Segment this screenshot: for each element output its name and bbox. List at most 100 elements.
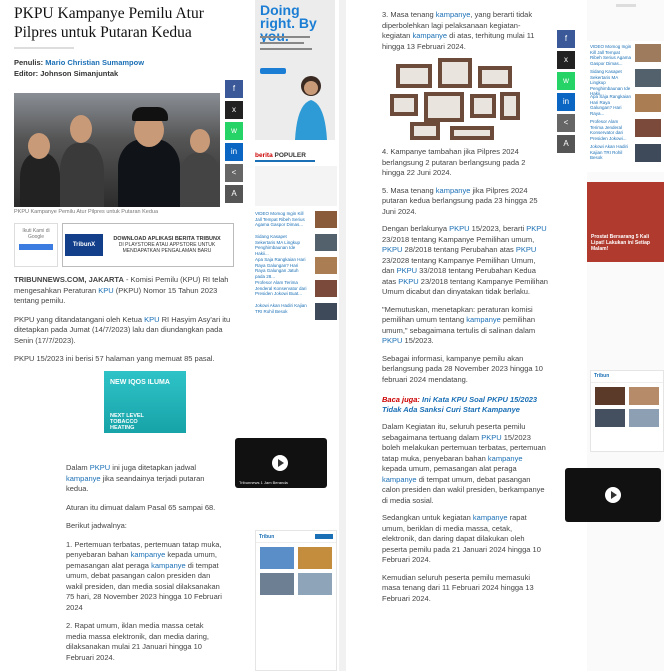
tag-link[interactable]: PKPU [382,245,402,254]
whatsapp-icon[interactable]: w [225,122,243,140]
read-also[interactable]: Baca juga: Ini Kata KPU Soal PKPU 15/202… [382,395,548,415]
linkedin-icon[interactable]: in [225,143,243,161]
paragraph: Aturan itu dimuat dalam Pasal 65 sampai … [66,502,216,512]
paragraph: "Memutuskan, menetapkan: peraturan komis… [382,305,548,347]
paragraph: Kemudian seluruh peserta pemilu memasuki… [382,572,534,603]
share-icon[interactable]: < [225,164,243,182]
related-thumb[interactable] [298,547,332,569]
photo-person [20,153,60,207]
popular-list: VIDEO Momog Ingin Kill Jall Tempat Ribeh… [255,166,337,321]
font-size-icon[interactable]: A [557,135,575,153]
app-promo[interactable]: Ikuti Kami di Google TribunX DOWNLOAD AP… [14,223,234,267]
ad-cta-button[interactable] [260,68,286,74]
related-button[interactable] [315,534,333,539]
sidebar-ad[interactable]: Doing right. By you. [255,0,335,140]
list-item-title[interactable]: VIDEO Momog Ingin Kill Jall Tempat Ribeh… [590,44,632,66]
list-item-title[interactable]: Jokowi Akan Hadiri Kajian TRI Rohil Beso… [255,303,307,321]
list-item[interactable]: Apa Saja Rangkaian Hari Raya Galungan? H… [590,94,661,116]
related-widget: Tribun [255,530,337,671]
list-item-thumb[interactable] [315,303,337,320]
list-item-thumb[interactable] [635,94,661,112]
list-item-title[interactable]: Profesor Alam Terima Jenderal Konservato… [255,280,307,298]
list-item[interactable]: Sidang Kasapet Sekertaris MA Lingkup Pen… [590,69,661,96]
tag-link[interactable]: kampanye [436,186,471,195]
list-item-thumb[interactable] [635,144,661,162]
list-item-title[interactable]: Sidang Kasapet Sekertaris MA Lingkup Pen… [255,234,307,256]
list-item-thumb[interactable] [315,211,337,228]
tag-link[interactable]: kampanye [473,513,508,522]
x-icon[interactable]: x [225,101,243,119]
list-item[interactable]: VIDEO Momog Ingin Kill Jall Tempat Ribeh… [590,44,661,66]
floating-video-player[interactable]: Tribunnews 1 Jam Beranda [235,438,327,488]
facebook-icon[interactable]: f [557,30,575,48]
list-item-title[interactable]: Jokowi Akan Hadiri Kajian TRI Rohil Beso… [590,144,632,164]
tag-link[interactable]: kampanye [151,561,186,570]
list-item-title[interactable]: Apa Saja Rangkaian Hari Raya Galungan? H… [255,257,307,279]
linkedin-icon[interactable]: in [557,93,575,111]
list-item-title[interactable]: Profesor Alam Terima Jenderal Konservato… [590,119,632,141]
popular-label-2: POPULER [274,152,306,159]
x-icon[interactable]: x [557,51,575,69]
list-item[interactable]: Apa Saja Rangkaian Hari Raya Galungan? H… [255,257,337,279]
list-item-thumb[interactable] [315,257,337,274]
related-logo: Tribun [259,533,275,540]
tag-link[interactable]: kampanye [131,550,166,559]
writer-link[interactable]: Mario Christian Sumampow [45,58,144,67]
related-thumb[interactable] [260,573,294,595]
floating-video-player-right[interactable] [565,468,661,522]
related-grid [591,383,663,431]
tribunx-sub: DI PLAYSTORE ATAU APPSTORE UNTUK MENDAPA… [118,242,216,254]
related-thumb[interactable] [595,409,625,427]
tag-link[interactable]: KPU [144,315,159,324]
tag-link[interactable]: PKPU [397,266,417,275]
tribunx-banner[interactable]: TribunX DOWNLOAD APLIKASI BERITA TRIBUNX… [62,223,234,267]
tag-link[interactable]: kampanye [66,474,101,483]
tag-link[interactable]: kampanye [382,475,417,484]
share-icon[interactable]: < [557,114,575,132]
list-item[interactable]: Jokowi Akan Hadiri Kajian TRI Rohil Beso… [590,144,661,164]
related-thumb[interactable] [260,547,294,569]
facebook-icon[interactable]: f [225,80,243,98]
tag-link[interactable]: kampanye [466,315,501,324]
sidebar-ad-right[interactable]: Prostat Bersarang 5 Kali Lipat! Lakukan … [587,182,664,262]
list-item-thumb[interactable] [315,234,337,251]
tag-link[interactable]: PKPU [90,463,110,472]
list-item-title[interactable]: Apa Saja Rangkaian Hari Raya Galungan? H… [590,94,632,116]
font-size-icon[interactable]: A [225,185,243,203]
list-item[interactable]: Jokowi Akan Hadiri Kajian TRI Rohil Beso… [255,303,337,321]
tag-link[interactable]: PKPU [526,224,546,233]
tag-link[interactable]: PKPU [449,224,469,233]
tag-link[interactable]: kampanye [436,10,471,19]
iqos-ad[interactable]: NEW IQOS ILUMA NEXT LEVEL TOBACCO HEATIN… [104,370,186,433]
whatsapp-icon[interactable]: w [557,72,575,90]
tag-link[interactable]: PKPU [516,245,536,254]
google-follow-box[interactable]: Ikuti Kami di Google [14,223,58,267]
tag-link[interactable]: kampanye [412,31,447,40]
tag-link[interactable]: kampanye [488,454,523,463]
tag-link[interactable]: PKPU [382,336,402,345]
related-thumb[interactable] [595,387,625,405]
related-thumb[interactable] [629,409,659,427]
related-thumb[interactable] [298,573,332,595]
list-item[interactable]: Sidang Kasapet Sekertaris MA Lingkup Pen… [255,234,337,256]
tag-link[interactable]: PKPU [481,433,501,442]
photo-person [60,143,104,207]
list-item-thumb[interactable] [635,119,661,137]
list-item[interactable]: VIDEO Momog Ingin Kill Jall Tempat Ribeh… [255,211,337,229]
tag-link[interactable]: PKPU [398,277,418,286]
tag-link[interactable]: KPU [98,286,113,295]
picture-frame [396,64,432,88]
list-item[interactable]: Profesor Alam Terima Jenderal Konservato… [590,119,661,141]
list-item[interactable]: Profesor Alam Terima Jenderal Konservato… [255,280,337,298]
text: Dengan berlakunya [382,224,450,233]
list-item-title[interactable]: Sidang Kasapet Sekertaris MA Lingkup Pen… [590,69,632,96]
list-item-thumb[interactable] [635,69,661,87]
related-thumb[interactable] [629,387,659,405]
article-body-continued: Dalam PKPU ini juga ditetapkan jadwal ka… [66,455,226,663]
tribunx-logo: TribunX [65,234,103,256]
list-item-thumb[interactable] [315,280,337,297]
list-item-title[interactable]: VIDEO Momog Ingin Kill Jall Tempat Ribeh… [255,211,307,229]
picture-frame [500,92,520,120]
list-item-thumb[interactable] [635,44,661,62]
google-follow-button[interactable] [19,244,53,250]
